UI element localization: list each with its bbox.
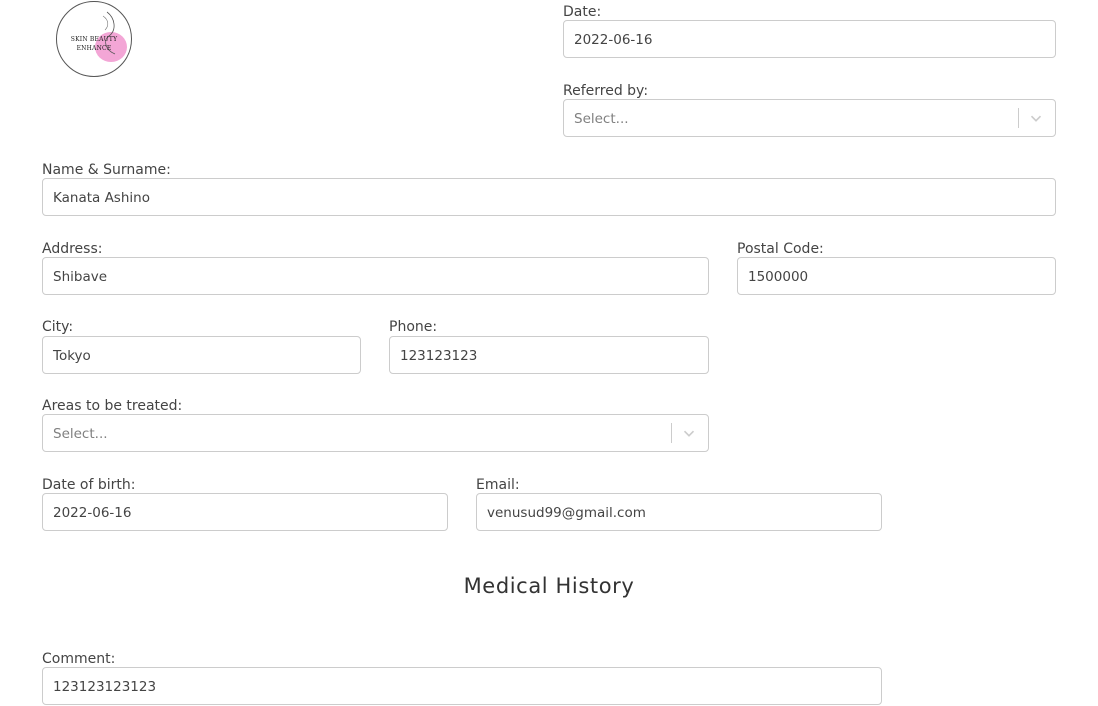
postal-code-value: 1500000 <box>748 269 809 285</box>
referred-by-select[interactable]: Select... <box>563 99 1056 137</box>
date-field[interactable]: 2022-06-16 <box>563 20 1056 58</box>
dob-field[interactable]: 2022-06-16 <box>42 493 448 531</box>
email-value: venusud99@gmail.com <box>487 505 646 521</box>
chevron-down-icon[interactable] <box>1027 109 1045 127</box>
phone-field[interactable]: 123123123 <box>389 336 709 374</box>
comment-value: 123123123123 <box>53 679 157 695</box>
postal-code-field[interactable]: 1500000 <box>737 257 1056 295</box>
areas-label: Areas to be treated: <box>42 398 183 414</box>
select-separator <box>671 423 672 443</box>
name-field[interactable]: Kanata Ashino <box>42 178 1056 216</box>
referred-by-placeholder: Select... <box>574 111 629 127</box>
name-value: Kanata Ashino <box>53 190 150 206</box>
areas-select[interactable]: Select... <box>42 414 709 452</box>
email-label: Email: <box>476 477 520 493</box>
brand-logo: SKIN BEAUTY ENHANCE <box>56 1 132 77</box>
medical-history-title: Medical History <box>463 574 635 598</box>
postal-code-label: Postal Code: <box>737 241 824 257</box>
address-label: Address: <box>42 241 103 257</box>
city-label: City: <box>42 319 74 335</box>
date-value: 2022-06-16 <box>574 32 653 48</box>
phone-value: 123123123 <box>400 348 478 364</box>
dob-label: Date of birth: <box>42 477 136 493</box>
city-value: Tokyo <box>53 348 91 364</box>
phone-label: Phone: <box>389 319 438 335</box>
comment-field[interactable]: 123123123123 <box>42 667 882 705</box>
name-label: Name & Surname: <box>42 162 171 178</box>
date-label: Date: <box>563 4 602 20</box>
address-value: Shibave <box>53 269 108 285</box>
email-field[interactable]: venusud99@gmail.com <box>476 493 882 531</box>
city-field[interactable]: Tokyo <box>42 336 361 374</box>
comment-label: Comment: <box>42 651 116 667</box>
select-separator <box>1018 108 1019 128</box>
dob-value: 2022-06-16 <box>53 505 132 521</box>
address-field[interactable]: Shibave <box>42 257 709 295</box>
logo-text: SKIN BEAUTY ENHANCE <box>70 36 118 52</box>
referred-by-label: Referred by: <box>563 83 649 99</box>
chevron-down-icon[interactable] <box>680 424 698 442</box>
areas-placeholder: Select... <box>53 426 108 442</box>
